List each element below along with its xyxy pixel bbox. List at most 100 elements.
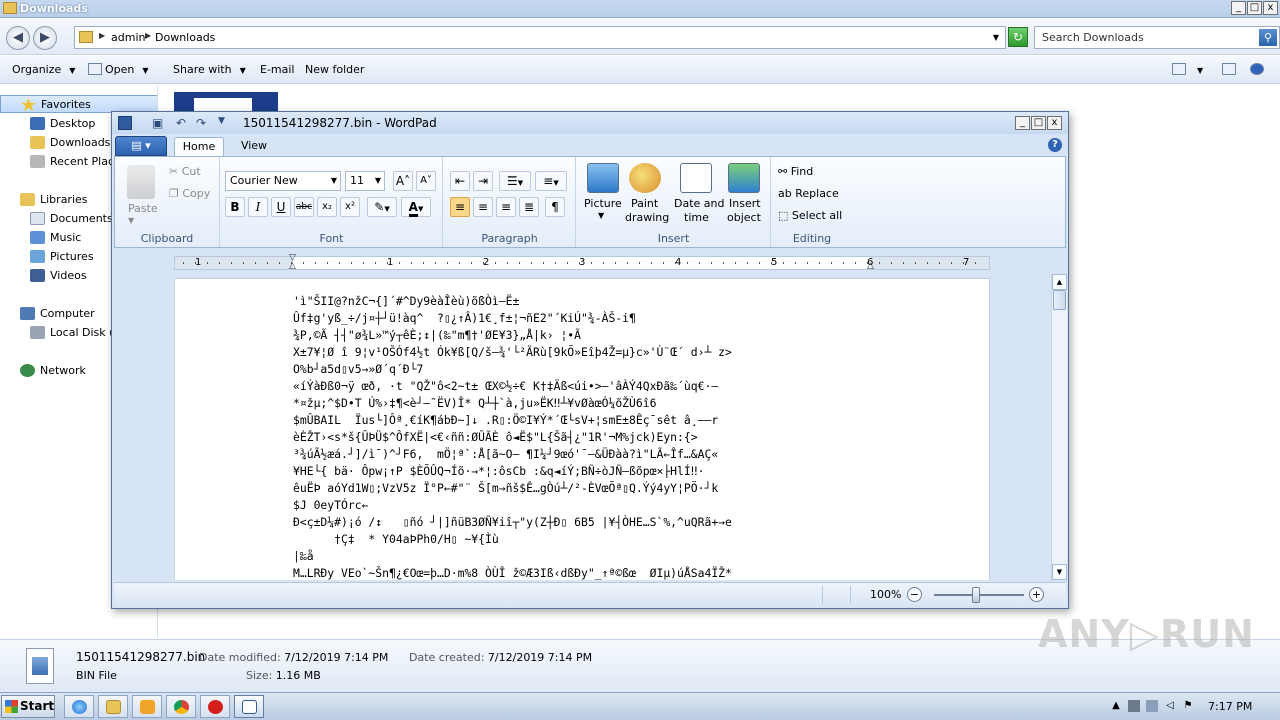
preview-pane-button[interactable] [1222,63,1239,76]
chevron-right-icon[interactable]: ▶ [99,31,105,40]
insert-object-label-1[interactable]: Insert [729,197,761,210]
find-button[interactable]: ⚯ Find [778,165,813,178]
address-bar[interactable]: ▶ admin ▶ Downloads ▼ [74,26,1006,49]
right-indent-marker[interactable]: △ [867,261,874,271]
search-input[interactable]: Search Downloads ⚲ [1034,26,1280,49]
new-folder-button[interactable]: New folder [305,63,364,76]
zoom-out-button[interactable]: − [907,587,922,602]
customize-qat-icon[interactable]: ▼ [218,116,225,126]
scroll-down-button[interactable]: ▼ [1052,564,1067,580]
file-menu-button[interactable]: ▤ ▾ [115,136,167,156]
flag-icon[interactable]: ⚑ [1182,700,1194,712]
share-with-button[interactable]: Share with ▼ [173,63,246,76]
close-button[interactable]: x [1047,116,1062,130]
paint-drawing-label-1[interactable]: Paint [631,197,658,210]
font-size-select[interactable]: 11 ▼ [345,171,385,191]
picture-button[interactable]: Picture [584,197,622,210]
chevron-up-icon[interactable]: ▲ [1110,700,1122,712]
start-button[interactable]: Start [1,695,55,718]
bullets-button[interactable]: ☰▼ [499,171,531,191]
italic-button[interactable]: I [248,197,268,217]
shrink-font-button[interactable]: A˅ [416,171,436,191]
tab-home[interactable]: Home [174,137,224,156]
chevron-down-icon[interactable]: ▼ [993,33,999,42]
document-page[interactable]: 'ì"ŠII@?nžC¬{]´#^Dy9èàÎèù)õßÒì–Ë± Ûf‡g'yß… [174,278,990,580]
close-button[interactable]: x [1263,1,1278,15]
vertical-scrollbar[interactable]: ▲ ▼ [1051,274,1067,580]
email-button[interactable]: E-mail [260,63,295,76]
font-color-button[interactable]: A▼ [401,197,431,217]
volume-icon[interactable]: ◁ [1164,700,1176,712]
decrease-indent-button[interactable]: ⇤ [450,171,470,191]
increase-indent-button[interactable]: ⇥ [473,171,493,191]
open-button[interactable]: Open ▼ [88,63,149,76]
underline-button[interactable]: U [271,197,291,217]
tab-view[interactable]: View [234,137,274,156]
select-all-button[interactable]: ⬚ Select all [778,209,842,222]
network-icon[interactable] [1146,700,1158,712]
undo-icon[interactable]: ↶ [176,116,186,130]
taskbar-security-app[interactable] [200,695,230,718]
minimize-button[interactable]: _ [1015,116,1030,130]
redo-icon[interactable]: ↷ [196,116,206,130]
explorer-caption-buttons: _ □ x [1231,1,1278,15]
nav-pictures-label: Pictures [50,250,94,263]
breadcrumb-downloads[interactable]: Downloads [155,31,215,44]
line-spacing-button[interactable]: ≡▼ [535,171,567,191]
scroll-thumb[interactable] [1053,290,1066,310]
document-text[interactable]: 'ì"ŠII@?nžC¬{]´#^Dy9èàÎèù)õßÒì–Ë± Ûf‡g'yß… [293,293,953,580]
chevron-down-icon: ▼ [239,66,246,75]
date-time-label-2[interactable]: time [684,211,709,224]
action-center-icon[interactable] [1128,700,1140,712]
font-family-select[interactable]: Courier New ▼ [225,171,341,191]
superscript-button[interactable]: x² [340,197,360,217]
cut-button[interactable]: ✂ Cut [169,165,201,178]
refresh-button[interactable]: ↻ [1008,27,1028,47]
paragraph-dialog-button[interactable]: ¶ [545,197,565,217]
taskbar-chrome[interactable] [166,695,196,718]
subscript-button[interactable]: x₂ [317,197,337,217]
scroll-up-button[interactable]: ▲ [1052,274,1067,290]
file-thumbnail[interactable] [174,92,278,112]
paste-button[interactable]: Paste [128,202,158,215]
align-left-button[interactable]: ≡ [450,197,470,217]
paint-drawing-label-2[interactable]: drawing [625,211,669,224]
grow-font-button[interactable]: A˄ [393,171,413,191]
taskbar-explorer[interactable] [98,695,128,718]
breadcrumb-admin[interactable]: admin [111,31,145,44]
insert-object-label-2[interactable]: object [727,211,761,224]
back-button[interactable]: ◀ [6,26,30,50]
minimize-button[interactable]: _ [1231,1,1246,15]
explorer-title-bar[interactable]: Downloads _ □ x [0,0,1280,18]
view-options-button[interactable]: ▼ [1172,63,1203,76]
align-center-button[interactable]: ≡ [473,197,493,217]
replace-button[interactable]: ab Replace [778,187,839,200]
save-icon[interactable]: ▣ [152,116,163,130]
search-placeholder: Search Downloads [1042,31,1144,44]
taskbar-wordpad[interactable] [234,695,264,718]
align-right-button[interactable]: ≡ [496,197,516,217]
wordpad-title-bar[interactable]: ▣ ↶ ↷ ▼ 15011541298277.bin - WordPad _ □… [112,112,1068,134]
forward-button[interactable]: ▶ [33,26,57,50]
zoom-in-button[interactable]: + [1029,587,1044,602]
date-time-label-1[interactable]: Date and [674,197,724,210]
taskbar-clock[interactable]: 7:17 PM [1208,700,1252,713]
maximize-button[interactable]: □ [1031,116,1046,130]
highlight-color-button[interactable]: ✎▼ [367,197,397,217]
help-icon[interactable]: ? [1048,138,1062,152]
taskbar-media-player[interactable] [132,695,162,718]
taskbar-ie[interactable] [64,695,94,718]
help-button[interactable] [1250,63,1267,76]
document-line: «íÝàÐß0¬ÿ œð, ·t "QŽ"ô<2~t± ŒX©½÷€ K†‡Äß… [293,379,719,393]
maximize-button[interactable]: □ [1247,1,1262,15]
organize-button[interactable]: Organize ▼ [12,63,75,76]
font-size-value: 11 [350,174,364,187]
justify-button[interactable]: ≣ [519,197,539,217]
zoom-slider-thumb[interactable] [972,587,980,603]
bold-button[interactable]: B [225,197,245,217]
chevron-right-icon[interactable]: ▶ [145,31,151,40]
search-icon[interactable]: ⚲ [1259,29,1277,46]
strikethrough-button[interactable]: abc [294,197,314,217]
copy-button[interactable]: ❐ Copy [169,187,210,200]
ruler[interactable]: 1 1 2 3 4 5 6 7 ▽ △ △ [174,253,990,271]
